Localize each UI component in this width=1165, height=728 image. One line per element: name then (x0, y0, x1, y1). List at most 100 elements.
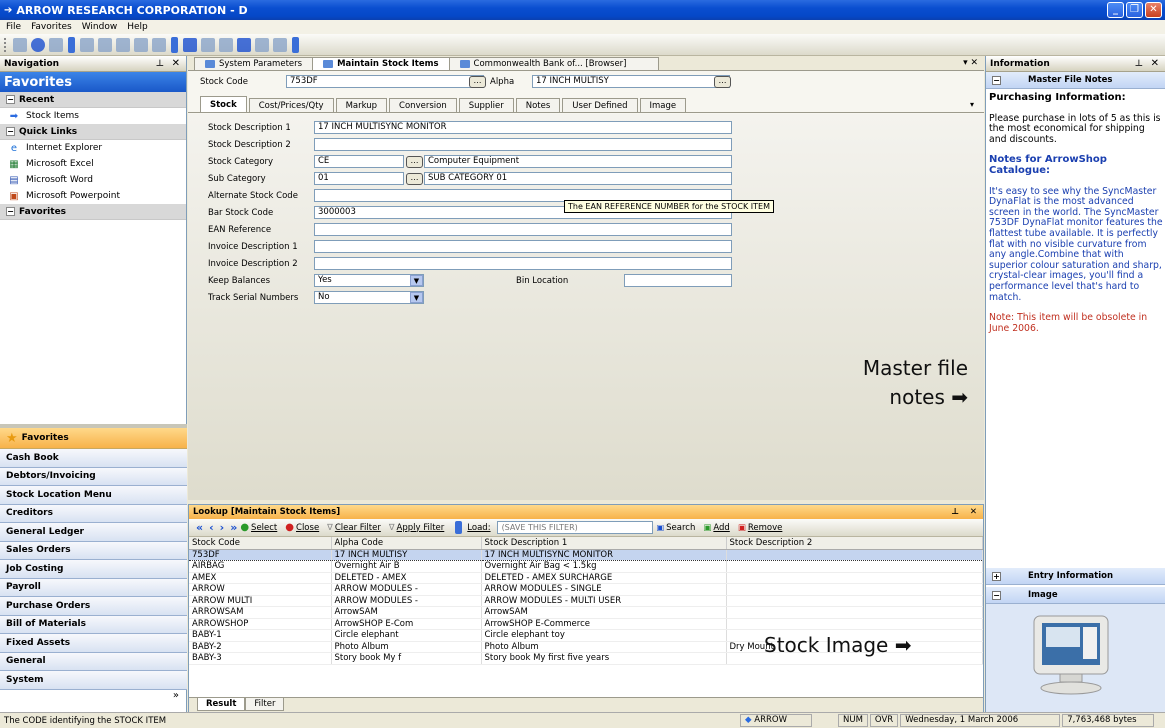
keep-balances-select[interactable]: Yes (314, 274, 424, 287)
recent-group[interactable]: − Recent (0, 92, 186, 108)
chevron-down-icon[interactable]: » (0, 690, 187, 703)
favorites-group[interactable]: − Favorites (0, 204, 186, 220)
minimize-button[interactable]: _ (1107, 2, 1124, 18)
table-row[interactable]: AMEX DELETED - AMEX DELETED - AMEX SURCHAR… (189, 572, 983, 584)
quick-links-group[interactable]: − Quick Links (0, 124, 186, 140)
subtab-notes[interactable]: Notes (515, 98, 561, 112)
alpha-lookup-button[interactable]: … (714, 76, 731, 88)
table-row[interactable]: 753DF 17 INCH MULTISY 17 INCH MULTISYNC MO… (189, 548, 983, 561)
module-general[interactable]: General (0, 652, 187, 671)
clear-filter-button[interactable]: Clear Filter (335, 523, 381, 533)
chevron-down-icon[interactable]: ▼ (410, 292, 423, 303)
module-purchase-orders[interactable]: Purchase Orders (0, 597, 187, 616)
grid-icon[interactable] (13, 37, 27, 52)
last-icon[interactable]: » (230, 521, 237, 534)
close-icon[interactable]: ✕ (1151, 58, 1159, 69)
tab-browser[interactable]: Commonwealth Bank of... [Browser] (448, 57, 659, 70)
table-row[interactable]: ARROW ARROW MODULES - ARROW MODULES - SING… (189, 583, 983, 596)
track-serial-select[interactable]: No (314, 291, 424, 304)
expand-icon[interactable]: + (992, 571, 1001, 581)
chevron-down-icon[interactable]: ▼ (410, 275, 423, 286)
pin-icon[interactable]: ⊥ (156, 59, 164, 69)
search-button[interactable]: Search (666, 523, 695, 533)
module-stock-location[interactable]: Stock Location Menu (0, 486, 187, 505)
collapse-icon[interactable]: − (992, 590, 1001, 600)
next-icon[interactable]: › (220, 521, 225, 534)
menu-file[interactable]: File (6, 22, 21, 32)
select-button[interactable]: Select (251, 523, 277, 533)
toolbar-overflow[interactable] (455, 521, 463, 534)
module-sales-orders[interactable]: Sales Orders (0, 541, 187, 560)
tab-maintain-stock-items[interactable]: Maintain Stock Items (312, 57, 450, 70)
quick-link-internet-explorer[interactable]: e Internet Explorer (0, 140, 186, 156)
master-notes-header[interactable]: − Master File Notes (986, 72, 1165, 89)
prev-icon[interactable]: ‹ (209, 521, 214, 534)
quick-link-word[interactable]: ▤ Microsoft Word (0, 172, 186, 188)
module-job-costing[interactable]: Job Costing (0, 560, 187, 579)
subtab-cost-prices[interactable]: Cost/Prices/Qty (248, 98, 334, 112)
subtab-conversion[interactable]: Conversion (389, 98, 457, 112)
subtab-image[interactable]: Image (639, 98, 687, 112)
link-icon[interactable] (273, 37, 287, 52)
tab-result[interactable]: Result (197, 698, 246, 711)
category-code-input[interactable]: CE (314, 155, 404, 168)
first-record-icon[interactable] (183, 37, 197, 52)
close-button[interactable]: ✕ (1145, 2, 1162, 18)
menu-help[interactable]: Help (127, 22, 148, 32)
module-debtors[interactable]: Debtors/Invoicing (0, 467, 187, 486)
remove-button[interactable]: Remove (748, 523, 783, 533)
image-header[interactable]: − Image (986, 587, 1165, 604)
cut-icon[interactable] (134, 37, 148, 52)
find-icon[interactable] (255, 37, 269, 52)
collapse-icon[interactable]: − (6, 127, 15, 136)
toolbar-overflow[interactable] (68, 36, 75, 53)
saved-filter-select[interactable]: (SAVE THIS FILTER) (496, 521, 653, 534)
module-creditors[interactable]: Creditors (0, 504, 187, 523)
category-lookup-button[interactable]: … (406, 156, 423, 168)
close-icon[interactable]: ✕ (970, 507, 977, 517)
menu-favorites[interactable]: Favorites (31, 22, 72, 32)
subcat-lookup-button[interactable]: … (406, 173, 423, 185)
add-button[interactable]: Add (713, 523, 729, 533)
collapse-icon[interactable]: − (6, 207, 15, 216)
print-icon[interactable] (98, 37, 112, 52)
last-record-icon[interactable] (237, 37, 251, 52)
toolbar-overflow-2[interactable] (171, 36, 178, 53)
table-row[interactable]: ARROWSAM ArrowSAM ArrowSAM (189, 606, 983, 619)
refresh-icon[interactable] (219, 37, 233, 52)
subtab-stock[interactable]: Stock (200, 96, 247, 112)
module-fixed-assets[interactable]: Fixed Assets (0, 634, 187, 653)
stock-code-lookup-button[interactable]: … (469, 76, 486, 88)
toolbar-grip[interactable] (4, 37, 7, 52)
module-general-ledger[interactable]: General Ledger (0, 523, 187, 542)
desc1-input[interactable]: 17 INCH MULTISYNC MONITOR (314, 121, 732, 134)
menu-window[interactable]: Window (82, 22, 118, 32)
close-icon[interactable]: ✕ (172, 58, 180, 69)
stock-code-input[interactable]: 753DF (286, 75, 484, 88)
subtab-menu-icon[interactable]: ▾ (970, 100, 974, 109)
apply-filter-button[interactable]: Apply Filter (397, 523, 445, 533)
ean-input[interactable] (314, 223, 732, 236)
quick-link-excel[interactable]: ▦ Microsoft Excel (0, 156, 186, 172)
info-icon[interactable] (31, 37, 45, 52)
subcat-code-input[interactable]: 01 (314, 172, 404, 185)
column-description-1[interactable]: Stock Description 1 (481, 537, 727, 550)
recent-item-stock-items[interactable]: ➡ Stock Items (0, 108, 186, 124)
subtab-supplier[interactable]: Supplier (458, 98, 514, 112)
inv1-input[interactable] (314, 240, 732, 253)
column-stock-code[interactable]: Stock Code (189, 537, 332, 550)
filter-icon[interactable] (49, 37, 63, 52)
collapse-icon[interactable]: − (6, 95, 15, 104)
favorites-button[interactable]: ★ Favorites (0, 428, 187, 449)
copy-icon[interactable] (152, 37, 166, 52)
tab-system-parameters[interactable]: System Parameters (194, 57, 314, 70)
save-icon[interactable] (80, 37, 94, 52)
close-lookup-button[interactable]: Close (296, 523, 319, 533)
tab-filter[interactable]: Filter (245, 698, 285, 711)
attach-icon[interactable] (201, 37, 215, 52)
inv2-input[interactable] (314, 257, 732, 270)
subtab-user-defined[interactable]: User Defined (562, 98, 638, 112)
first-icon[interactable]: « (196, 521, 203, 534)
toolbar-overflow-3[interactable] (292, 36, 299, 53)
collapse-icon[interactable]: − (992, 75, 1001, 85)
